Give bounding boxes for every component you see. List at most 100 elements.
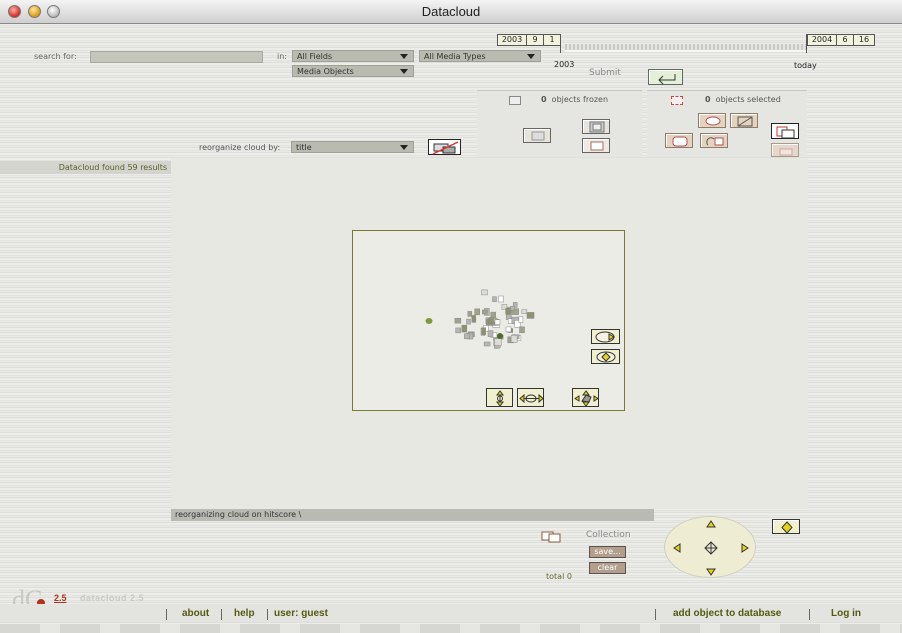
help-link[interactable]: help [234,608,255,619]
cloud-object[interactable] [490,311,496,319]
fit-view-button[interactable] [772,519,800,534]
cloud-object[interactable] [494,338,502,346]
cloud-object[interactable] [467,311,473,317]
cloud-object[interactable] [474,308,480,316]
save-collection-button[interactable]: save... [589,546,626,558]
clear-collection-button[interactable]: clear [589,562,626,574]
end-day-field[interactable]: 16 [853,34,875,46]
selected-icon [671,96,683,105]
windows-icon [776,126,795,139]
title-bar: Datacloud [0,0,902,24]
cloud-objects[interactable] [353,231,624,410]
field-select[interactable]: All Fields [292,50,414,62]
collection-total: total 0 [546,572,572,581]
cloud-object[interactable] [518,316,524,323]
end-year-field[interactable]: 2004 [807,34,837,46]
user-link[interactable]: user: guest [274,608,328,619]
cloud-object[interactable] [505,307,511,315]
zoom-in-icon [595,331,615,343]
cloud-object[interactable] [510,335,518,343]
nav-arrows-icon [673,520,749,576]
expand-horizontal-button[interactable] [517,388,544,407]
eraser-icon [779,148,793,156]
cloud-object[interactable] [471,315,477,323]
cloud-object[interactable] [497,333,503,339]
object-type-select-value: Media Objects [297,67,354,76]
expand-vertical-button[interactable] [486,388,513,407]
logo-name: datacloud 2.5 [80,593,145,603]
footer-divider [267,609,268,620]
submit-button[interactable] [648,69,683,85]
search-label: search for: [34,52,77,61]
cloud-object[interactable] [454,317,462,324]
end-date-group: 2004 6 16 [806,34,876,54]
cloud-object[interactable] [510,305,515,311]
cloud-object[interactable] [488,317,494,324]
start-date-group: 2003 9 1 [497,34,563,54]
object-type-select[interactable]: Media Objects [292,65,414,77]
cloud-object[interactable] [521,309,528,314]
window-title: Datacloud [421,4,481,19]
cloud-object[interactable] [464,333,470,340]
navigation-pad[interactable] [664,516,756,578]
cloud-object[interactable] [526,312,535,319]
chevron-down-icon [400,54,408,59]
clear-selection-button[interactable] [771,143,799,157]
timeline-track [565,50,808,52]
cloud-object[interactable] [519,326,525,334]
start-day-field[interactable]: 1 [543,34,561,46]
cloud-object[interactable] [482,309,488,315]
footer-divider [166,609,167,620]
cloud-object[interactable] [466,318,471,325]
cloud-object[interactable] [494,319,501,325]
diamond-icon [781,521,793,534]
footer-divider [221,609,222,620]
submit-label: Submit [589,68,621,78]
pan-right-arrow [741,543,749,553]
cloud-object[interactable] [498,295,504,303]
select-visible-button[interactable] [665,133,693,148]
reorganize-select[interactable]: title [291,141,414,153]
unfreeze-icon [531,131,545,141]
cloud-object[interactable] [425,318,433,324]
rotate-selection-button[interactable] [700,133,728,148]
select-all-button[interactable] [698,113,726,128]
deselect-button[interactable] [730,113,758,128]
reorganize-select-value: title [296,143,312,152]
search-input[interactable] [90,51,263,63]
return-arrow-icon [658,74,676,85]
pan-down-arrow [706,568,716,576]
cloud-object[interactable] [481,327,486,335]
end-month-field[interactable]: 6 [836,34,854,46]
cloud-object[interactable] [487,330,494,337]
about-link[interactable]: about [182,608,209,619]
chevron-down-icon [400,69,408,74]
zoom-out-button[interactable] [591,349,620,364]
recenter-button[interactable] [572,388,599,407]
freeze-icon [589,121,605,133]
frozen-label: objects frozen [551,95,609,104]
cloud-object[interactable] [505,326,512,333]
cloud-viewport[interactable] [352,230,625,411]
cloud-object[interactable] [461,324,468,333]
start-month-field[interactable]: 9 [526,34,544,46]
results-summary: Datacloud found 59 results [0,161,171,174]
open-selection-button[interactable] [771,123,799,139]
cloud-object[interactable] [481,289,488,296]
cloud-object[interactable] [492,296,497,302]
add-object-link[interactable]: add object to database [673,608,781,619]
reorganize-button[interactable] [428,139,461,155]
freeze-all-button[interactable] [582,138,610,153]
login-link[interactable]: Log in [831,608,861,619]
cloud-object[interactable] [483,341,491,347]
freeze-selected-button[interactable] [582,119,610,134]
start-year-field[interactable]: 2003 [497,34,527,46]
selected-count: 0 [705,95,711,104]
recenter-icon [574,390,599,407]
cloud-object[interactable] [455,327,461,334]
timeline-end-label: today [794,61,817,70]
bottom-strip [0,624,902,633]
unfreeze-all-button[interactable] [523,128,551,143]
zoom-in-button[interactable] [591,329,620,344]
collection-label: Collection [586,530,631,540]
